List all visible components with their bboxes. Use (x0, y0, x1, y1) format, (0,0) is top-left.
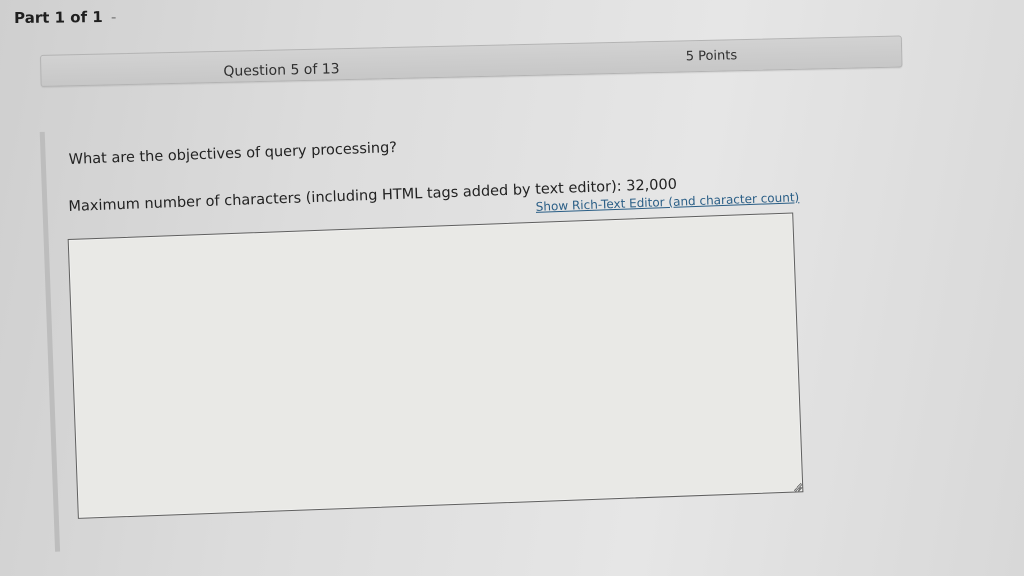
part-title: Part 1 of 1 (14, 8, 103, 27)
body-left-rule (39, 131, 61, 552)
part-separator: - (110, 7, 117, 26)
question-body: What are the objectives of query process… (39, 111, 854, 552)
part-heading: Part 1 of 1 - (14, 8, 116, 27)
question-points: 5 Points (685, 48, 738, 65)
question-number: Question 5 of 13 (223, 61, 340, 80)
resize-grip-icon[interactable] (793, 482, 803, 492)
question-header-bar: Question 5 of 13 5 Points (40, 35, 903, 87)
answer-textarea[interactable] (67, 212, 804, 519)
question-prompt: What are the objectives of query process… (68, 139, 398, 168)
